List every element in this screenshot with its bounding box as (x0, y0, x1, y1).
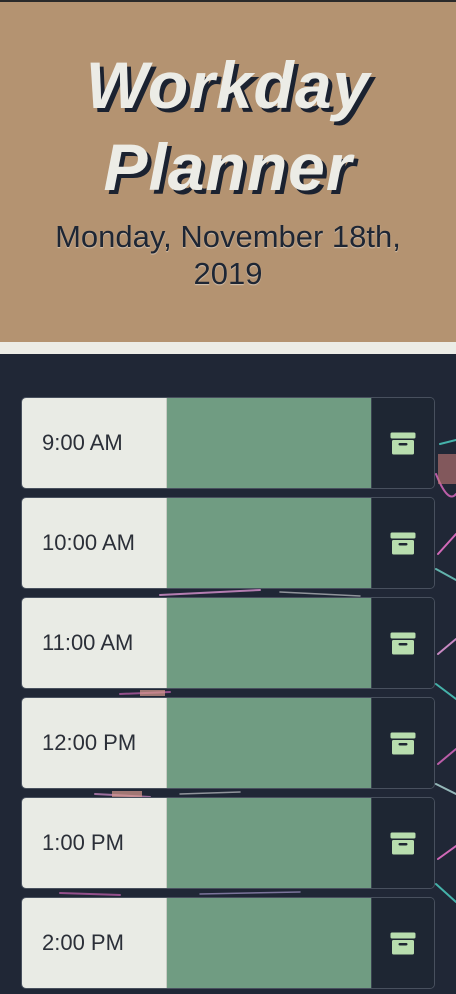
date-line-2: 2019 (193, 256, 263, 291)
page-title: Workday Planner (0, 44, 456, 208)
archive-icon (390, 432, 416, 454)
current-date: Monday, November 18th, 2019 (0, 218, 456, 292)
hour-label: 10:00 AM (22, 498, 167, 588)
archive-icon (390, 932, 416, 954)
save-button[interactable] (371, 498, 434, 588)
archive-icon (390, 832, 416, 854)
save-button[interactable] (371, 398, 434, 488)
date-line-1: Monday, November 18th, (55, 219, 401, 254)
timeblock-row: 11:00 AM (21, 597, 435, 689)
task-input[interactable] (167, 498, 371, 588)
task-input[interactable] (167, 598, 371, 688)
archive-icon (390, 532, 416, 554)
task-input[interactable] (167, 398, 371, 488)
hour-label: 11:00 AM (22, 598, 167, 688)
header-divider (0, 342, 456, 354)
planner-container: 9:00 AM 10:00 AM 11:00 AM 12:00 PM 1:00 … (0, 354, 456, 994)
hour-label: 12:00 PM (22, 698, 167, 788)
task-input[interactable] (167, 798, 371, 888)
page-header: Workday Planner Monday, November 18th, 2… (0, 2, 456, 342)
task-input[interactable] (167, 698, 371, 788)
save-button[interactable] (371, 898, 434, 988)
save-button[interactable] (371, 698, 434, 788)
save-button[interactable] (371, 798, 434, 888)
hour-label: 9:00 AM (22, 398, 167, 488)
task-input[interactable] (167, 898, 371, 988)
timeblock-row: 12:00 PM (21, 697, 435, 789)
title-line-2: Planner (103, 130, 353, 204)
hour-label: 1:00 PM (22, 798, 167, 888)
title-line-1: Workday (85, 48, 371, 122)
timeblock-row: 1:00 PM (21, 797, 435, 889)
timeblock-row: 9:00 AM (21, 397, 435, 489)
timeblock-row: 2:00 PM (21, 897, 435, 989)
save-button[interactable] (371, 598, 434, 688)
timeblock-row: 10:00 AM (21, 497, 435, 589)
archive-icon (390, 632, 416, 654)
archive-icon (390, 732, 416, 754)
hour-label: 2:00 PM (22, 898, 167, 988)
